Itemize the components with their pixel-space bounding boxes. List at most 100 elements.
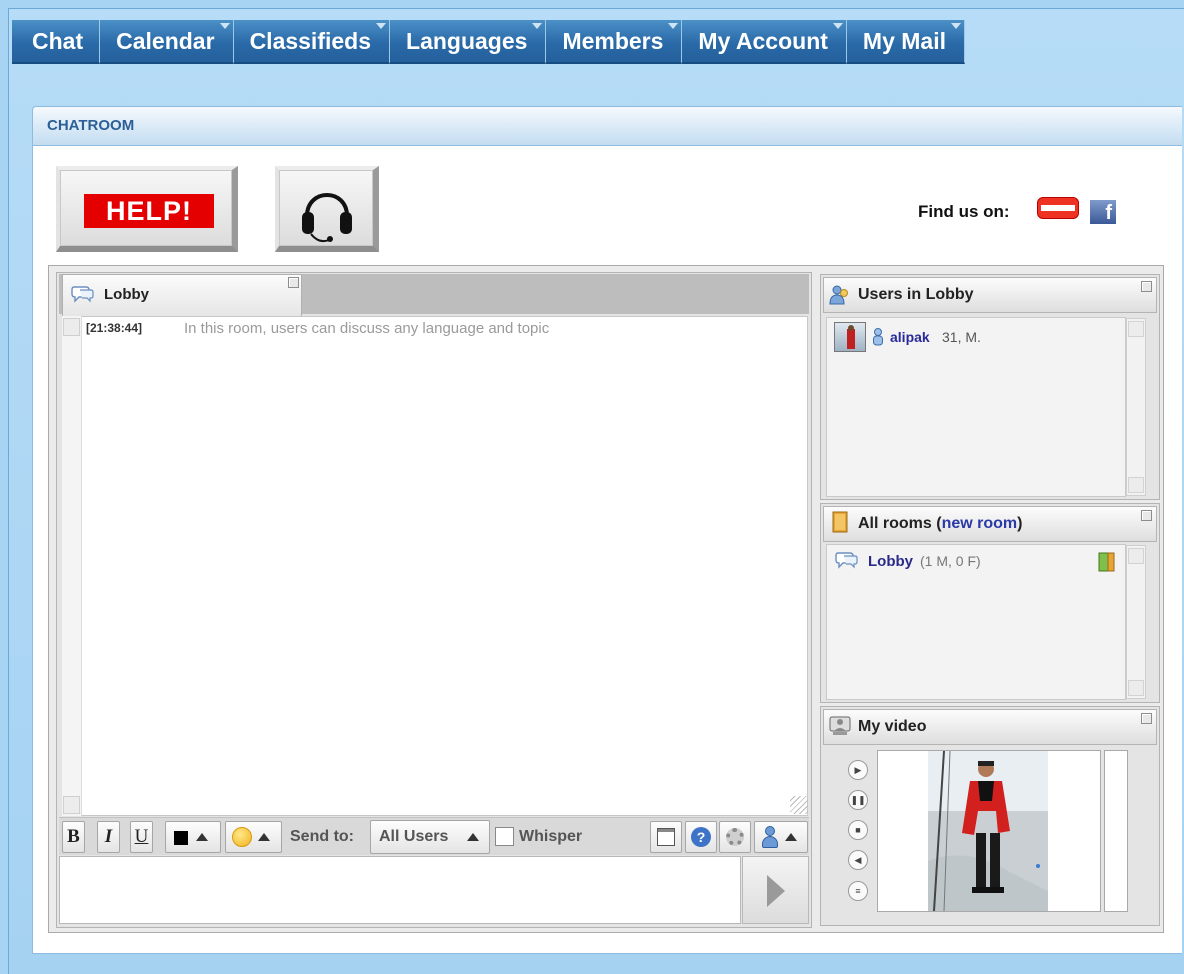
male-user-icon (873, 328, 883, 346)
video-frame-image (928, 751, 1048, 911)
rooms-title-suffix: ) (1017, 515, 1023, 532)
user-status-icon (761, 826, 779, 848)
headset-icon (302, 193, 352, 243)
nav-languages-label: Languages (406, 28, 528, 54)
video-panel-header: My video (823, 709, 1157, 745)
send-to-label: Send to: (290, 828, 354, 845)
message-text: In this room, users can discuss any lang… (184, 320, 550, 337)
nav-classifieds[interactable]: Classifieds (233, 20, 391, 64)
resize-grip-icon[interactable] (790, 796, 808, 814)
send-button[interactable] (742, 856, 809, 924)
facebook-icon[interactable]: f (1090, 200, 1116, 224)
nav-my-mail[interactable]: My Mail (846, 20, 965, 64)
nav-my-account-label: My Account (698, 28, 828, 54)
window-button[interactable] (650, 821, 682, 853)
message-timestamp: [21:38:44] (86, 321, 143, 335)
video-side-bar (1104, 750, 1128, 912)
help-button[interactable]: HELP! (56, 166, 238, 252)
nav-calendar-label: Calendar (116, 28, 215, 54)
settings-icon[interactable]: ≡ (848, 881, 868, 901)
room-row[interactable]: Lobby (1 M, 0 F) (834, 550, 1124, 574)
nav-languages[interactable]: Languages (390, 20, 547, 64)
send-arrow-icon (767, 875, 785, 907)
volume-icon[interactable]: ◀ (848, 850, 868, 870)
chat-log-scrollbar[interactable] (62, 316, 82, 816)
flag-icon[interactable] (1038, 198, 1078, 218)
nav-chat[interactable]: Chat (12, 20, 101, 64)
nav-my-account[interactable]: My Account (682, 20, 847, 64)
close-tab-icon[interactable] (288, 277, 299, 288)
dropdown-arrow-icon (467, 833, 479, 841)
chat-bubble-icon (835, 552, 858, 569)
text-color-button[interactable] (165, 821, 221, 853)
close-video-panel-icon[interactable] (1141, 713, 1152, 724)
headset-button[interactable] (275, 166, 379, 252)
close-users-panel-icon[interactable] (1141, 281, 1152, 292)
nav-classifieds-label: Classifieds (249, 28, 372, 54)
color-swatch-icon (174, 831, 188, 845)
users-panel-header: Users in Lobby (823, 277, 1157, 313)
scroll-down-arrow[interactable] (1128, 680, 1144, 696)
underline-button[interactable]: U (130, 821, 153, 853)
dropdown-caret-icon (532, 23, 543, 29)
dropdown-caret-icon (951, 23, 961, 29)
dropdown-caret-icon (219, 23, 230, 29)
rooms-list-scrollbar[interactable] (1126, 545, 1146, 699)
video-panel-title: My video (858, 718, 927, 735)
gear-icon (726, 828, 744, 846)
help-circle-icon: ? (691, 827, 711, 847)
user-status-button[interactable] (754, 821, 808, 853)
scroll-down-arrow[interactable] (1128, 477, 1144, 493)
smiley-icon (232, 827, 252, 847)
nav-my-mail-label: My Mail (862, 28, 946, 54)
scroll-up-arrow[interactable] (1128, 548, 1144, 564)
dropdown-caret-icon (376, 23, 387, 29)
send-to-value: All Users (379, 828, 449, 845)
tab-lobby[interactable] (62, 274, 302, 316)
enter-room-icon[interactable] (1096, 551, 1118, 573)
nav-chat-label: Chat (32, 28, 84, 54)
stop-icon[interactable]: ■ (848, 820, 868, 840)
room-meta: (1 M, 0 F) (920, 553, 981, 569)
rooms-title-prefix: All rooms ( (858, 515, 942, 532)
dropdown-arrow-icon (196, 833, 208, 841)
chat-bubble-icon (71, 286, 94, 303)
dropdown-arrow-icon (785, 833, 797, 841)
nav-calendar[interactable]: Calendar (100, 20, 234, 64)
door-icon (832, 511, 848, 533)
scroll-up-arrow[interactable] (63, 318, 80, 336)
users-list-scrollbar[interactable] (1126, 318, 1146, 496)
italic-button[interactable]: I (97, 821, 120, 853)
emoticon-button[interactable] (225, 821, 282, 853)
message-input[interactable] (59, 856, 741, 924)
help-round-button[interactable]: ? (685, 821, 717, 853)
find-us-label: Find us on: (918, 202, 1010, 221)
room-name-link[interactable]: Lobby (868, 553, 913, 570)
users-icon (829, 285, 848, 305)
dropdown-arrow-icon (258, 833, 270, 841)
dropdown-caret-icon (668, 23, 679, 29)
users-panel-title: Users in Lobby (858, 286, 974, 303)
scroll-up-arrow[interactable] (1128, 321, 1144, 337)
whisper-label: Whisper (519, 828, 583, 845)
top-nav: Chat Calendar Classifieds Languages Memb… (12, 20, 965, 64)
whisper-checkbox[interactable] (495, 827, 514, 846)
user-name-link[interactable]: alipak (890, 329, 930, 345)
bold-button[interactable]: B (62, 821, 85, 853)
help-label: HELP! (84, 194, 214, 228)
user-meta: 31, M. (942, 329, 981, 345)
dropdown-caret-icon (832, 23, 843, 29)
nav-members-label: Members (562, 28, 664, 54)
pause-icon[interactable]: ❚❚ (848, 790, 868, 810)
scroll-down-arrow[interactable] (63, 796, 80, 814)
play-icon[interactable]: ▶ (848, 760, 868, 780)
nav-members[interactable]: Members (546, 20, 683, 64)
new-room-link[interactable]: new room (942, 515, 1018, 532)
avatar[interactable] (834, 322, 866, 352)
chatroom-header: CHATROOM (32, 106, 1182, 146)
video-preview[interactable] (877, 750, 1101, 912)
close-rooms-panel-icon[interactable] (1141, 510, 1152, 521)
chat-log[interactable] (62, 316, 808, 816)
settings-button[interactable] (719, 821, 751, 853)
send-to-select[interactable]: All Users (370, 820, 490, 854)
